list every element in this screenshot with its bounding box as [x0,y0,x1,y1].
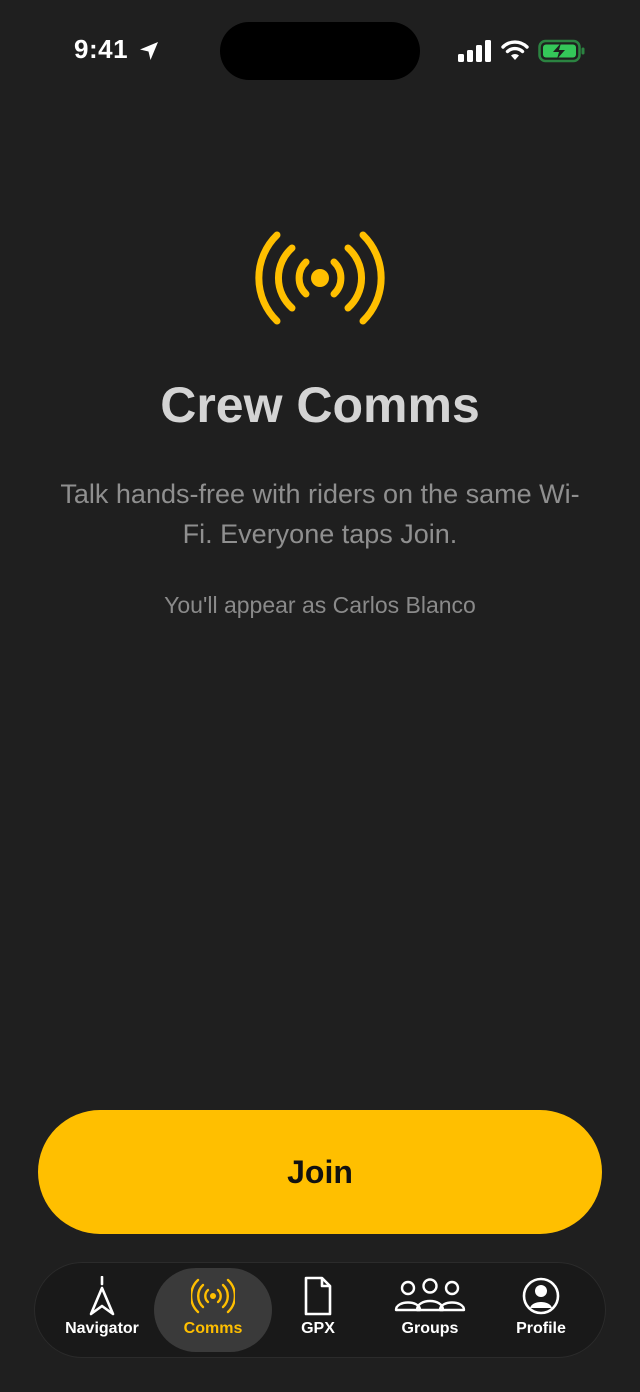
profile-icon [522,1277,560,1315]
battery-charging-icon [538,39,585,63]
page-subtitle: Talk hands-free with riders on the same … [60,479,580,549]
status-bar: 9:41 [0,0,640,100]
location-arrow-icon [140,42,158,60]
tab-profile[interactable]: Profile [496,1268,586,1352]
tab-label: GPX [301,1320,335,1337]
tab-comms[interactable]: Comms [154,1268,272,1352]
status-time: 9:41 [74,34,129,64]
tab-label: Profile [516,1320,566,1337]
tab-groups[interactable]: Groups [376,1268,484,1352]
tab-bar: Navigator Comms GPX Groups Profile [34,1262,606,1358]
tab-label: Groups [401,1320,459,1337]
display-name-note: You'll appear as Carlos Blanco [164,592,476,618]
tab-label: Navigator [65,1320,139,1337]
tab-label: Comms [183,1320,243,1337]
document-icon [304,1276,332,1316]
tab-gpx[interactable]: GPX [272,1268,364,1352]
join-button[interactable]: Join [38,1110,602,1234]
broadcast-icon [255,231,385,325]
broadcast-icon [191,1278,235,1314]
navigator-icon [89,1276,115,1316]
tab-navigator[interactable]: Navigator [42,1268,162,1352]
dynamic-island [220,22,420,80]
page-title: Crew Comms [160,377,480,433]
cellular-signal-icon [458,40,491,62]
groups-icon [394,1278,466,1312]
wifi-icon [501,40,529,60]
